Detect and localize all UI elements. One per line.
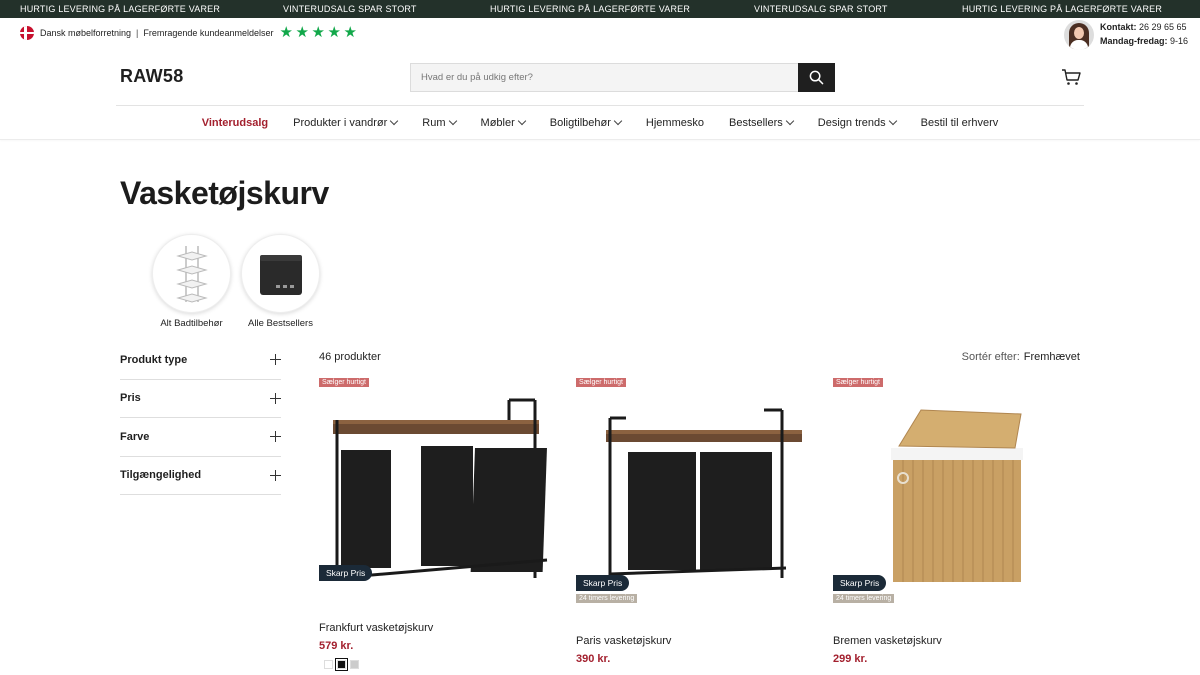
contact-info[interactable]: Kontakt: 26 29 65 65 Mandag-fredag: 9-16 bbox=[1063, 20, 1188, 50]
separator: | bbox=[136, 28, 139, 38]
plus-icon bbox=[270, 469, 281, 481]
plus-icon bbox=[270, 431, 281, 443]
hours-label: Mandag-fredag: bbox=[1099, 36, 1168, 46]
nav-item-boligtilbehor[interactable]: Boligtilbehør bbox=[550, 116, 623, 129]
star-icon: ★ bbox=[327, 24, 341, 41]
product-name[interactable]: Paris vasketøjskurv bbox=[576, 635, 671, 647]
site-logo[interactable]: RAW58 bbox=[120, 66, 184, 87]
search-bar bbox=[410, 63, 835, 92]
product-price: 390 kr. bbox=[576, 653, 611, 665]
swatch-black[interactable] bbox=[335, 658, 348, 671]
sort-label: Sortér efter: bbox=[961, 351, 1020, 363]
contact-phone[interactable]: 26 29 65 65 bbox=[1139, 22, 1187, 32]
swatch-grey[interactable] bbox=[350, 660, 359, 669]
category-links: Alt Badtilbehør Alle Bestsellers bbox=[152, 234, 320, 329]
filter-pris[interactable]: Pris bbox=[120, 380, 281, 418]
category-alle-bestsellers[interactable]: Alle Bestsellers bbox=[241, 234, 320, 329]
site-header: RAW58 bbox=[0, 48, 1200, 106]
announcement-text: HURTIG LEVERING PÅ LAGERFØRTE VARER bbox=[490, 4, 691, 14]
header-divider bbox=[116, 105, 1084, 106]
fast-seller-badge: Sælger hurtigt bbox=[833, 378, 883, 387]
nav-item-produkter-i-vandror[interactable]: Produkter i vandrør bbox=[293, 116, 399, 129]
category-label: Alt Badtilbehør bbox=[160, 318, 223, 329]
shelf-rack-icon bbox=[175, 245, 208, 303]
shipping-badge: 24 timers levering bbox=[833, 594, 895, 603]
search-icon bbox=[809, 70, 824, 85]
contact-label: Kontakt: bbox=[1099, 22, 1137, 32]
fast-seller-badge: Sælger hurtigt bbox=[319, 378, 369, 387]
shipping-badge: 24 timers levering bbox=[576, 594, 638, 603]
reviews-tagline: Fremragende kundeanmeldelser bbox=[143, 28, 274, 38]
fast-seller-badge: Sælger hurtigt bbox=[576, 378, 626, 387]
nav-item-hjemmesko[interactable]: Hjemmesko bbox=[646, 117, 704, 129]
chevron-down-icon bbox=[517, 116, 527, 126]
nav-item-bestsellers[interactable]: Bestsellers bbox=[729, 116, 795, 129]
star-icon: ★ bbox=[295, 24, 309, 41]
announcement-text: HURTIG LEVERING PÅ LAGERFØRTE VARER bbox=[962, 4, 1163, 14]
nav-item-design-trends[interactable]: Design trends bbox=[818, 116, 897, 129]
product-image[interactable] bbox=[576, 390, 816, 600]
trust-bar: Dansk møbelforretning | Fremragende kund… bbox=[0, 18, 1200, 50]
chevron-down-icon bbox=[613, 116, 623, 126]
nav-item-vinterudsalg[interactable]: Vinterudsalg bbox=[202, 117, 268, 129]
color-swatches bbox=[324, 658, 359, 671]
filter-farve[interactable]: Farve bbox=[120, 418, 281, 457]
plus-icon bbox=[270, 392, 281, 404]
page-title: Vasketøjskurv bbox=[120, 175, 329, 211]
product-count: 46 produkter bbox=[319, 351, 381, 363]
price-badge: Skarp Pris bbox=[833, 575, 887, 591]
product-image[interactable] bbox=[833, 390, 1073, 600]
product-price: 299 kr. bbox=[833, 653, 868, 665]
cart-icon[interactable] bbox=[1061, 68, 1081, 86]
contact-hours: 9-16 bbox=[1169, 36, 1188, 46]
star-icon: ★ bbox=[343, 24, 357, 41]
star-icon: ★ bbox=[311, 24, 325, 41]
support-avatar bbox=[1063, 20, 1094, 50]
danish-flag-icon bbox=[20, 26, 34, 40]
category-alt-badtilbehor[interactable]: Alt Badtilbehør bbox=[152, 234, 231, 329]
plus-icon bbox=[270, 354, 281, 366]
category-label: Alle Bestsellers bbox=[248, 318, 313, 329]
nav-item-bestil-til-erhverv[interactable]: Bestil til erhverv bbox=[921, 117, 999, 129]
chevron-down-icon bbox=[888, 116, 897, 126]
nav-item-rum[interactable]: Rum bbox=[422, 116, 457, 129]
nav-item-mobler[interactable]: Møbler bbox=[481, 116, 527, 129]
swatch-white[interactable] bbox=[324, 660, 333, 669]
announcement-text: VINTERUDSALG SPAR STORT bbox=[754, 4, 888, 14]
main-nav: Vinterudsalg Produkter i vandrør Rum Møb… bbox=[0, 106, 1200, 140]
price-badge: Skarp Pris bbox=[319, 565, 373, 581]
filter-produkt-type[interactable]: Produkt type bbox=[120, 341, 281, 380]
filter-sidebar: Produkt type Pris Farve Tilgængelighed bbox=[120, 341, 281, 495]
product-price: 579 kr. bbox=[319, 640, 354, 652]
chevron-down-icon bbox=[390, 116, 399, 126]
sort-dropdown[interactable]: Sortér efter: Fremhævet bbox=[962, 351, 1080, 363]
store-tagline: Dansk møbelforretning bbox=[40, 28, 132, 38]
filter-tilgaengelighed[interactable]: Tilgængelighed bbox=[120, 457, 281, 495]
star-icon: ★ bbox=[279, 24, 293, 41]
price-badge: Skarp Pris bbox=[576, 575, 630, 591]
announcement-bar: HURTIG LEVERING PÅ LAGERFØRTE VARER VINT… bbox=[0, 0, 1200, 18]
search-button[interactable] bbox=[798, 63, 835, 92]
chevron-down-icon bbox=[448, 116, 457, 126]
trash-bin-icon bbox=[259, 254, 302, 295]
announcement-text: HURTIG LEVERING PÅ LAGERFØRTE VARER bbox=[20, 4, 221, 14]
announcement-text: VINTERUDSALG SPAR STORT bbox=[283, 4, 417, 14]
product-name[interactable]: Bremen vasketøjskurv bbox=[833, 635, 942, 647]
rating-stars[interactable]: ★ ★ ★ ★ ★ bbox=[279, 24, 357, 41]
sort-value[interactable]: Fremhævet bbox=[1024, 351, 1080, 363]
product-name[interactable]: Frankfurt vasketøjskurv bbox=[319, 622, 433, 634]
chevron-down-icon bbox=[785, 116, 795, 126]
search-input[interactable] bbox=[410, 63, 798, 92]
